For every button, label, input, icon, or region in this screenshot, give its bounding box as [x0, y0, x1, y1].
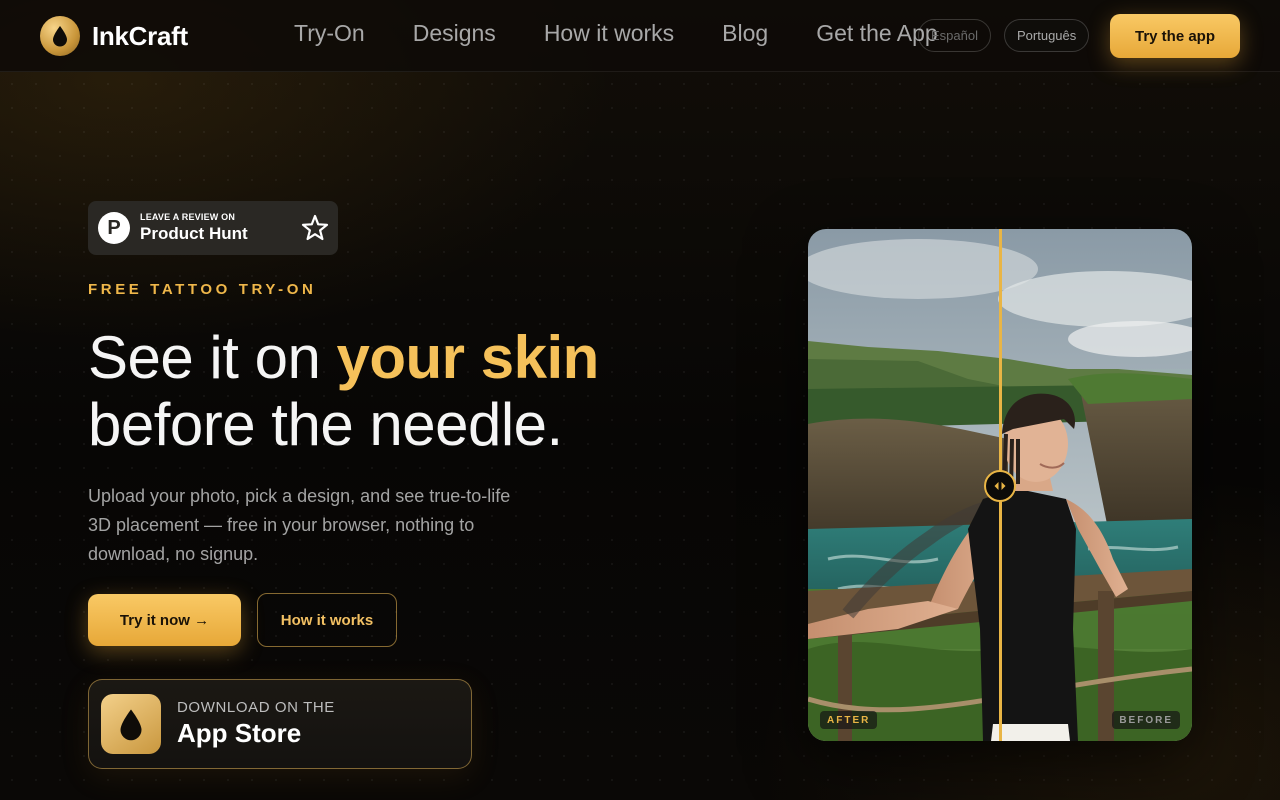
hero-subtext: Upload your photo, pick a design, and se…	[88, 486, 511, 564]
nav-links: Try-On Designs How it works Blog Get the…	[294, 20, 938, 47]
headline-part-2: before the needle.	[88, 391, 563, 458]
brand-logo[interactable]: InkCraft	[40, 16, 188, 56]
comparison-slider-handle[interactable]	[984, 470, 1016, 502]
headline-part-1: See it on	[88, 324, 337, 391]
nav-link-try-on[interactable]: Try-On	[294, 20, 365, 47]
hero-headline: See it on your skin before the needle.	[88, 324, 728, 458]
try-it-now-button[interactable]: Try it now →	[88, 594, 241, 646]
product-hunt-small-label: LEAVE A REVIEW ON	[140, 212, 236, 222]
how-it-works-button[interactable]: How it works	[257, 593, 397, 647]
product-hunt-icon: P	[98, 212, 130, 244]
top-nav: InkCraft Try-On Designs How it works Blo…	[0, 0, 1280, 72]
app-store-label: App Store	[177, 718, 302, 748]
ink-drop-icon	[101, 694, 161, 754]
app-store-small-label: DOWNLOAD ON THE	[177, 699, 335, 716]
before-label: BEFORE	[1112, 711, 1180, 729]
after-label: AFTER	[820, 711, 878, 729]
language-spanish[interactable]: Español	[918, 19, 991, 52]
nav-link-designs[interactable]: Designs	[413, 20, 496, 47]
product-hunt-texts: LEAVE A REVIEW ON Product Hunt	[140, 212, 248, 244]
before-after-comparison[interactable]: AFTER BEFORE	[808, 229, 1192, 741]
app-store-button[interactable]: DOWNLOAD ON THE App Store	[88, 679, 472, 769]
nav-link-how-it-works[interactable]: How it works	[544, 20, 674, 47]
brand-name: InkCraft	[92, 20, 188, 51]
hero-eyebrow: FREE TATTOO TRY-ON	[88, 281, 317, 298]
product-hunt-label: Product Hunt	[140, 224, 248, 243]
app-store-texts: DOWNLOAD ON THE App Store	[177, 699, 335, 749]
double-arrow-icon	[994, 481, 1006, 491]
language-portuguese[interactable]: Português	[1004, 19, 1090, 52]
try-the-app-button[interactable]: Try the app	[1110, 14, 1240, 58]
product-hunt-badge[interactable]: P LEAVE A REVIEW ON Product Hunt	[88, 201, 338, 255]
ink-drop-icon	[40, 16, 80, 56]
star-icon	[300, 213, 330, 248]
headline-accent: your skin	[336, 324, 600, 391]
nav-link-blog[interactable]: Blog	[722, 20, 768, 47]
